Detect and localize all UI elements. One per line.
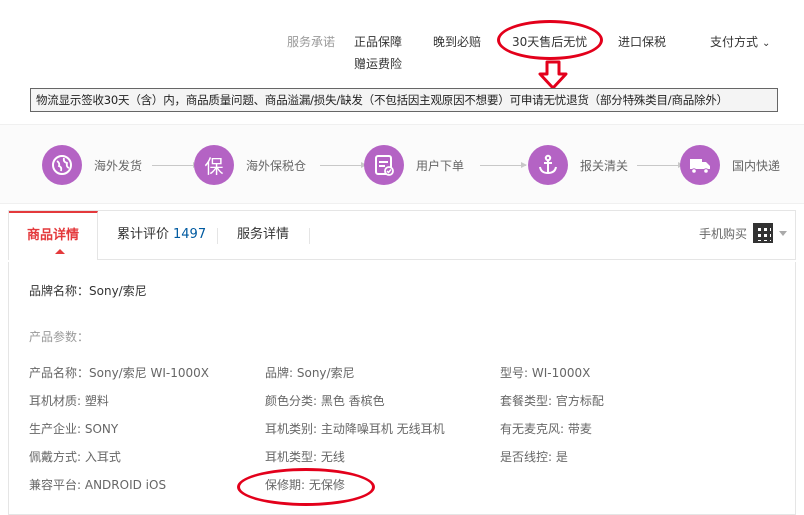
service-late-compensation[interactable]: 晚到必赔 <box>433 33 481 50</box>
service-bar: 服务承诺 正品保障 赠运费险 晚到必赔 30天售后无忧 进口保税 支付方式 ⌄ 物… <box>0 0 804 122</box>
param-cell: 佩戴方式: 入耳式 <box>29 450 121 464</box>
tab-reviews[interactable]: 累计评价 1497 <box>99 211 224 259</box>
process-arrow <box>480 162 527 168</box>
tab-divider <box>217 228 218 244</box>
order-icon <box>364 145 404 185</box>
tab-reviews-label: 累计评价 <box>117 227 170 242</box>
logistics-process: 海外发货 保 海外保税仓 用户下单 报关清关 国内快递 <box>0 124 804 204</box>
param-cell: 颜色分类: 黑色 香槟色 <box>265 394 385 408</box>
process-arrow <box>152 162 199 168</box>
param-cell: 耳机类别: 主动降噪耳机 无线耳机 <box>265 422 445 436</box>
step-label: 用户下单 <box>416 158 465 173</box>
service-bonded[interactable]: 进口保税 <box>618 33 666 50</box>
step-label: 报关清关 <box>580 158 629 173</box>
tab-active-indicator <box>55 249 65 254</box>
step-user-order: 用户下单 <box>364 145 464 185</box>
param-cell: 耳机类型: 无线 <box>265 450 345 464</box>
param-cell: 型号: WI-1000X <box>500 366 591 380</box>
tab-divider <box>309 228 310 244</box>
param-cell: 生产企业: SONY <box>29 422 119 436</box>
param-cell: 有无麦克风: 带麦 <box>500 422 592 436</box>
mobile-buy[interactable]: 手机购买 <box>699 223 787 243</box>
reviews-count: 1497 <box>173 227 207 242</box>
payment-dropdown[interactable]: 支付方式 ⌄ <box>710 33 770 50</box>
qr-code-icon <box>753 223 773 243</box>
annotation-arrow-icon <box>538 60 568 90</box>
step-label: 海外发货 <box>94 158 143 173</box>
param-cell: 套餐类型: 官方标配 <box>500 394 604 408</box>
brand-name: 品牌名称：Sony/索尼 <box>29 284 147 298</box>
product-details: 品牌名称：Sony/索尼 产品参数： 产品名称：Sony/索尼 WI-1000X… <box>8 262 796 515</box>
param-cell: 品牌: Sony/索尼 <box>265 366 355 380</box>
detail-tabs: 商品详情 累计评价 1497 服务详情 手机购买 <box>8 210 796 260</box>
truck-icon <box>680 145 720 185</box>
bao-icon: 保 <box>194 145 234 185</box>
service-freight-insurance[interactable]: 赠运费险 <box>354 55 402 72</box>
caret-down-icon <box>779 230 787 236</box>
params-heading: 产品参数： <box>29 330 90 344</box>
aftersale-tooltip: 物流显示签收30天（含）内，商品质量问题、商品溢漏/损失/缺发（不包括因主观原因… <box>30 88 778 112</box>
step-domestic-express: 国内快递 <box>680 145 780 185</box>
process-arrow <box>320 162 367 168</box>
service-label: 服务承诺 <box>287 35 336 49</box>
chevron-down-icon: ⌄ <box>762 38 771 49</box>
process-arrow <box>637 162 684 168</box>
service-30day-aftersale[interactable]: 30天售后无忧 <box>512 33 587 50</box>
tab-service-detail[interactable]: 服务详情 <box>219 211 307 259</box>
step-label: 海外保税仓 <box>246 158 307 173</box>
step-bonded-warehouse: 保 海外保税仓 <box>194 145 306 185</box>
param-cell: 兼容平台: ANDROID iOS <box>29 478 167 492</box>
param-cell: 耳机材质: 塑料 <box>29 394 109 408</box>
globe-icon <box>42 145 82 185</box>
step-label: 国内快递 <box>732 158 781 173</box>
anchor-icon <box>528 145 568 185</box>
service-genuine[interactable]: 正品保障 <box>354 33 402 50</box>
mobile-buy-label: 手机购买 <box>698 226 747 241</box>
param-cell: 产品名称：Sony/索尼 WI-1000X <box>29 366 210 380</box>
param-cell: 是否线控: 是 <box>500 450 568 464</box>
step-overseas-ship: 海外发货 <box>42 145 142 185</box>
tab-product-detail[interactable]: 商品详情 <box>9 211 99 260</box>
param-cell-warranty: 保修期: 无保修 <box>265 478 345 492</box>
step-customs: 报关清关 <box>528 145 628 185</box>
payment-label: 支付方式 <box>710 35 759 49</box>
